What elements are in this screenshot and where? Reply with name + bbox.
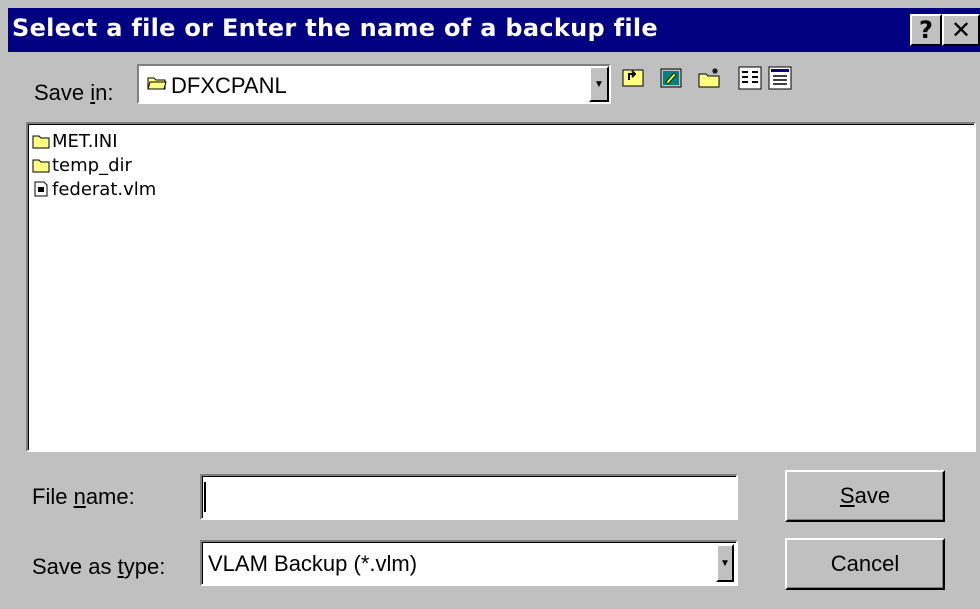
cancel-button[interactable]: Cancel [785,538,945,590]
save-dialog: Select a file or Enter the name of a bac… [0,0,980,609]
list-item[interactable]: temp_dir [32,154,132,176]
text-caret [204,482,206,512]
save-button[interactable]: Save [785,470,945,522]
save-in-label: Save in: [34,80,114,105]
file-name: federat.vlm [52,178,157,200]
close-icon: ✕ [950,16,972,44]
create-new-folder-icon[interactable] [698,66,722,90]
file-list[interactable]: MET.INI temp_dir federat.vlm [26,122,976,452]
save-as-type-dropdown[interactable]: VLAM Backup (*.vlm) ▼ [200,540,738,586]
folder-icon [32,159,50,173]
file-name: MET.INI [52,130,118,152]
file-icon [34,181,48,197]
dialog-title: Select a file or Enter the name of a bac… [12,14,659,42]
save-as-type-value: VLAM Backup (*.vlm) [208,551,418,576]
details-view-icon[interactable] [768,66,792,90]
save-in-dropdown-arrow[interactable]: ▼ [589,66,609,102]
list-view-icon[interactable] [738,66,762,90]
up-one-level-icon[interactable] [622,66,646,90]
list-item[interactable]: MET.INI [32,130,118,152]
file-name-label: File name: [32,484,135,509]
save-as-type-dropdown-arrow[interactable]: ▼ [716,544,734,582]
file-name: temp_dir [52,154,132,176]
title-bar[interactable]: Select a file or Enter the name of a bac… [8,8,980,52]
chevron-down-icon: ▼ [594,78,604,90]
save-as-type-label: Save as type: [32,554,166,579]
file-name-input[interactable] [200,474,738,520]
folder-icon [32,135,50,149]
go-to-desktop-icon[interactable] [660,66,684,90]
close-button[interactable]: ✕ [942,14,980,46]
save-in-dropdown[interactable]: DFXCPANL ▼ [137,64,611,104]
folder-open-icon [147,77,167,90]
list-item[interactable]: federat.vlm [32,178,156,200]
help-button[interactable]: ? [910,14,942,46]
chevron-down-icon: ▼ [720,557,730,569]
save-in-value: DFXCPANL [171,73,287,98]
help-icon: ? [919,16,933,44]
